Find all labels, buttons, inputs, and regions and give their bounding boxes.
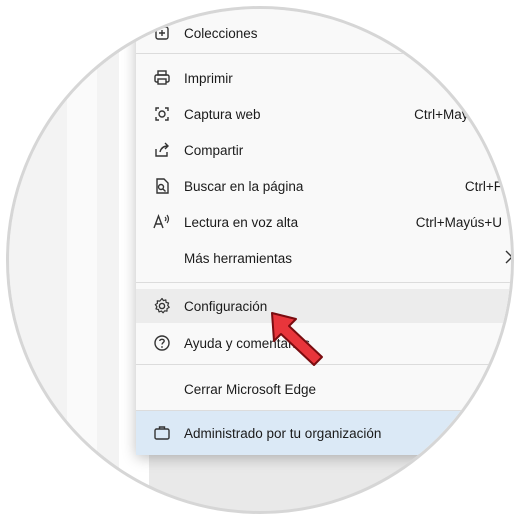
menu-item-label: Lectura en voz alta — [184, 214, 299, 230]
pointer-arrow-icon — [266, 307, 330, 376]
menu-item-label: Más herramientas — [184, 250, 293, 266]
menu-item-label: Administrado por tu organización — [184, 425, 382, 441]
share-icon — [152, 140, 172, 160]
menu-item-label: Cerrar Microsoft Edge — [184, 381, 317, 397]
print-icon — [152, 68, 172, 88]
magnifier-frame: Colecciones Imprimir Captura web Ctrl+Ma… — [6, 6, 514, 514]
menu-item-label: Captura web — [184, 106, 261, 122]
separator — [136, 53, 511, 54]
menu-item-colecciones[interactable]: Colecciones — [136, 16, 511, 50]
collections-icon — [152, 23, 172, 43]
menu-item-label: Compartir — [184, 142, 244, 158]
menu-item-administrado[interactable]: Administrado por tu organización — [136, 411, 511, 455]
browser-sidebar — [9, 9, 119, 511]
find-in-page-icon — [152, 176, 172, 196]
menu-item-compartir[interactable]: Compartir — [136, 133, 511, 167]
menu-item-label: Imprimir — [184, 70, 233, 86]
gear-icon — [152, 296, 172, 316]
menu-item-label: Configuración — [184, 298, 268, 314]
settings-menu: Colecciones Imprimir Captura web Ctrl+Ma… — [136, 9, 511, 455]
shortcut-label: Ctrl+Mayús+U — [415, 214, 502, 230]
help-icon — [152, 333, 172, 353]
shortcut-label: Ctrl+Mayú — [414, 106, 476, 122]
chevron-right-icon — [504, 250, 511, 267]
shortcut-label: Ctrl+F — [464, 178, 502, 194]
menu-item-label: Buscar en la página — [184, 178, 304, 194]
separator — [136, 282, 511, 283]
menu-item-captura-web[interactable]: Captura web Ctrl+Mayú — [136, 97, 511, 131]
sidebar-strip — [67, 9, 97, 511]
menu-item-cerrar[interactable]: Cerrar Microsoft Edge — [136, 372, 511, 406]
briefcase-icon — [152, 423, 172, 443]
menu-item-imprimir[interactable]: Imprimir — [136, 61, 511, 95]
web-capture-icon — [152, 104, 172, 124]
menu-item-label: Colecciones — [184, 25, 258, 41]
menu-item-lectura[interactable]: Lectura en voz alta Ctrl+Mayús+U — [136, 205, 511, 239]
menu-item-mas-herramientas[interactable]: Más herramientas — [136, 241, 511, 275]
menu-item-buscar[interactable]: Buscar en la página Ctrl+F — [136, 169, 511, 203]
read-aloud-icon — [152, 212, 172, 232]
